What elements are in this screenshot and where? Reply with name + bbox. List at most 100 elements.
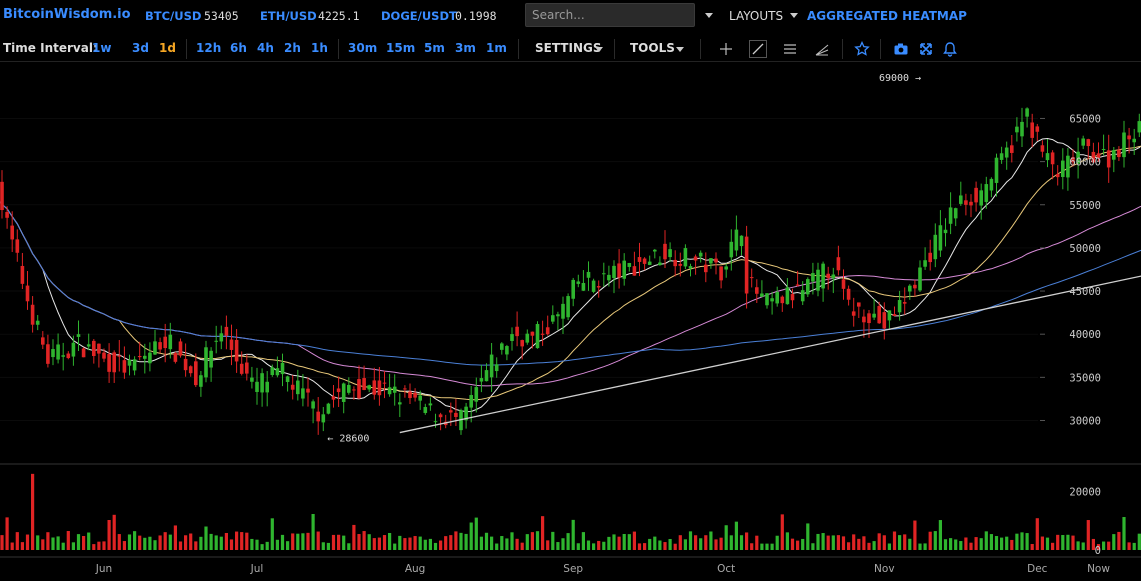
interval-3m[interactable]: 3m	[455, 41, 476, 55]
interval-3d[interactable]: 3d	[132, 41, 149, 55]
interval-2h[interactable]: 2h	[284, 41, 301, 55]
candle-body	[576, 281, 581, 284]
interval-1w[interactable]: 1w	[92, 41, 111, 55]
volume-bar	[286, 541, 290, 550]
candle-body	[454, 412, 458, 417]
candle-body	[734, 229, 739, 251]
star-icon[interactable]	[854, 41, 870, 57]
volume-bar	[1127, 542, 1131, 550]
volume-bar	[66, 531, 70, 550]
interval-5m[interactable]: 5m	[424, 41, 445, 55]
time-interval-label: Time Interval:	[3, 41, 98, 55]
bell-icon[interactable]	[942, 41, 958, 57]
candle-body	[423, 407, 428, 413]
volume-bar	[857, 538, 861, 550]
volume-bar	[785, 532, 789, 550]
candle-body	[398, 402, 402, 405]
candle-body	[479, 378, 484, 382]
volume-bar	[168, 534, 172, 550]
candle-body	[729, 241, 734, 258]
volume-bar	[979, 538, 983, 550]
candle-body	[673, 259, 677, 267]
volume-bar	[393, 543, 397, 550]
candle-body	[872, 313, 876, 318]
candle-body	[285, 376, 290, 382]
fullscreen-icon[interactable]	[918, 41, 934, 57]
candle-body	[102, 352, 106, 359]
interval-30m[interactable]: 30m	[348, 41, 377, 55]
volume-bar	[107, 520, 111, 550]
ticker-pair-eth[interactable]: ETH/USD	[260, 9, 317, 23]
settings-menu[interactable]: SETTINGS	[535, 41, 602, 55]
candle-body	[964, 200, 968, 205]
candle-body	[770, 298, 774, 302]
candle-body	[1050, 152, 1055, 165]
volume-bar	[653, 536, 657, 550]
price-tick-label: 65000	[1069, 113, 1101, 125]
interval-1h[interactable]: 1h	[311, 41, 328, 55]
tools-menu[interactable]: TOOLS	[630, 41, 675, 55]
ticker-pair-btc[interactable]: BTC/USD	[145, 9, 201, 23]
volume-bar	[184, 535, 188, 550]
volume-bar	[92, 544, 96, 550]
candle-body	[540, 333, 545, 335]
candle-body	[204, 347, 208, 378]
volume-bar	[898, 535, 902, 550]
brand-logo[interactable]: BitcoinWisdom.io	[3, 7, 131, 22]
search-input[interactable]	[525, 3, 695, 27]
volume-bar	[535, 531, 540, 550]
candle-body	[571, 279, 575, 299]
candle-body	[392, 386, 397, 393]
volume-bar	[229, 539, 234, 550]
candle-body	[530, 331, 535, 336]
volume-bar	[627, 534, 631, 550]
volume-bar	[199, 536, 203, 550]
volume-bar	[801, 538, 805, 550]
candle-body	[586, 271, 591, 278]
ma-60-line	[0, 201, 1141, 387]
candle-body	[132, 359, 137, 371]
camera-icon[interactable]	[893, 41, 909, 57]
price-axis: 30000 35000 40000 45000 50000 55000 60000 65000	[1040, 113, 1101, 427]
fibonacci-fan-icon[interactable]	[814, 41, 830, 57]
candle-body	[275, 368, 280, 376]
candle-body	[887, 310, 892, 321]
candle-body	[602, 273, 606, 275]
candle-body	[377, 380, 382, 396]
interval-12h[interactable]: 12h	[196, 41, 221, 55]
candle-body	[387, 387, 392, 395]
candle-body	[71, 342, 76, 357]
interval-4h[interactable]: 4h	[257, 41, 274, 55]
interval-6h[interactable]: 6h	[230, 41, 247, 55]
tools-caret-icon	[676, 47, 684, 52]
candle-body	[306, 388, 310, 393]
volume-bar	[683, 539, 687, 550]
volume-bar	[903, 534, 907, 550]
search-dropdown-icon[interactable]	[705, 13, 713, 18]
interval-1m[interactable]: 1m	[486, 41, 507, 55]
volume-tick-label: 20000	[1069, 486, 1101, 498]
volume-bar	[872, 541, 876, 550]
volume-bar	[250, 538, 254, 550]
ticker-pair-doge[interactable]: DOGE/USDT	[381, 9, 457, 23]
interval-1d[interactable]: 1d	[159, 41, 176, 55]
aggregated-heatmap-link[interactable]: AGGREGATED HEATMAP	[807, 9, 967, 23]
candle-body	[806, 279, 810, 295]
candle-body	[556, 314, 560, 317]
candle-body	[188, 366, 193, 374]
candle-body	[1106, 150, 1111, 168]
volume-bar	[474, 517, 478, 550]
price-chart[interactable]: 30000 35000 40000 45000 50000 55000 60000 65000…	[0, 63, 1141, 581]
horizontal-lines-icon[interactable]	[782, 41, 798, 57]
volume-bar	[158, 535, 162, 550]
candle-body	[367, 385, 371, 390]
crosshair-icon[interactable]	[718, 41, 734, 57]
trendline-tool-icon[interactable]	[749, 40, 767, 58]
volume-bar	[1112, 534, 1116, 550]
volume-bar	[5, 517, 9, 550]
volume-bar	[337, 534, 341, 550]
layouts-menu[interactable]: LAYOUTS	[729, 9, 783, 23]
volume-bar	[1025, 533, 1029, 550]
price-tick-label: 45000	[1069, 286, 1101, 298]
interval-15m[interactable]: 15m	[386, 41, 415, 55]
